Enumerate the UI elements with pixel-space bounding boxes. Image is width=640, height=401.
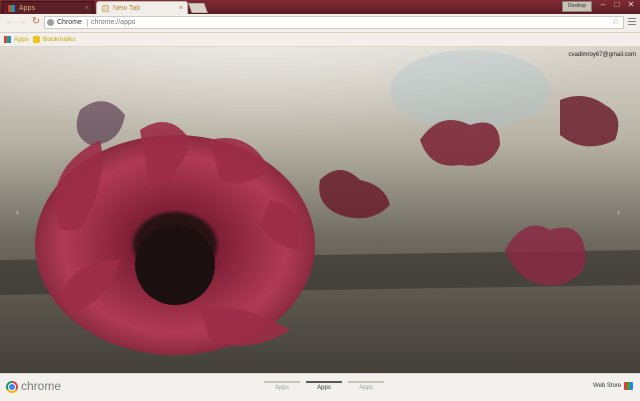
reload-icon[interactable]: ↻ <box>30 16 42 28</box>
web-store-link[interactable]: Web Store <box>593 383 621 389</box>
tab-indicator <box>264 381 300 383</box>
apps-grid-icon <box>4 36 11 43</box>
toolbar: ← → ↻ Chrome chrome://apps ☆ <box>0 14 640 33</box>
footer-tab-label: Apps <box>317 385 331 391</box>
forward-arrow-icon[interactable]: → <box>16 16 28 28</box>
tab-label: Apps <box>19 5 35 12</box>
prev-page-arrow-icon[interactable]: ‹ <box>16 207 19 217</box>
new-tab-button[interactable] <box>188 3 208 13</box>
bookmark-bookmarks[interactable]: Bookmarks <box>33 33 76 46</box>
footer-tab-label: Apps <box>359 385 373 391</box>
menu-icon[interactable] <box>628 16 636 28</box>
maximize-icon[interactable]: □ <box>610 0 624 10</box>
footer-tab-apps[interactable]: Apps <box>348 381 384 393</box>
next-page-arrow-icon[interactable]: › <box>617 207 620 217</box>
footer-tab-apps-active[interactable]: Apps <box>306 381 342 393</box>
divider <box>87 19 88 27</box>
tab-label: New Tab <box>113 5 141 12</box>
url-text[interactable]: chrome://apps <box>91 18 135 28</box>
folder-icon <box>33 36 40 43</box>
footer-tab-label: Apps <box>275 385 289 391</box>
bookmarks-bar: Apps Bookmarks <box>0 33 640 47</box>
bookmark-label: Apps <box>14 36 29 43</box>
chrome-page-icon <box>47 19 54 26</box>
site-chip: Chrome <box>57 19 82 26</box>
web-store-icon[interactable] <box>624 382 633 390</box>
apps-footer: chrome Apps Apps Apps Web Store <box>0 373 640 401</box>
chrome-logo-icon <box>6 381 18 393</box>
bookmark-label: Bookmarks <box>43 36 76 43</box>
bookmark-star-icon[interactable]: ☆ <box>612 15 620 27</box>
tab-indicator <box>348 381 384 383</box>
footer-tab-apps[interactable]: Apps <box>264 381 300 393</box>
address-bar[interactable]: Chrome chrome://apps <box>44 16 624 29</box>
background-wallpaper <box>0 0 640 400</box>
close-window-icon[interactable]: ✕ <box>624 0 638 10</box>
tab-indicator <box>306 381 342 383</box>
bookmark-apps[interactable]: Apps <box>4 33 29 46</box>
tab-apps[interactable]: Apps × <box>2 1 94 14</box>
profile-button[interactable]: Desktop <box>562 1 592 12</box>
chrome-brand: chrome <box>21 379 62 393</box>
tab-new-tab[interactable]: New Tab × <box>96 1 188 14</box>
minimize-icon[interactable]: – <box>596 0 610 10</box>
account-email[interactable]: cvadimroy67@gmail.com <box>569 52 636 58</box>
page-icon <box>102 5 109 12</box>
back-arrow-icon[interactable]: ← <box>4 16 16 28</box>
title-bar: Apps × New Tab × Desktop – □ ✕ <box>0 0 640 14</box>
apps-grid-icon <box>8 5 15 12</box>
